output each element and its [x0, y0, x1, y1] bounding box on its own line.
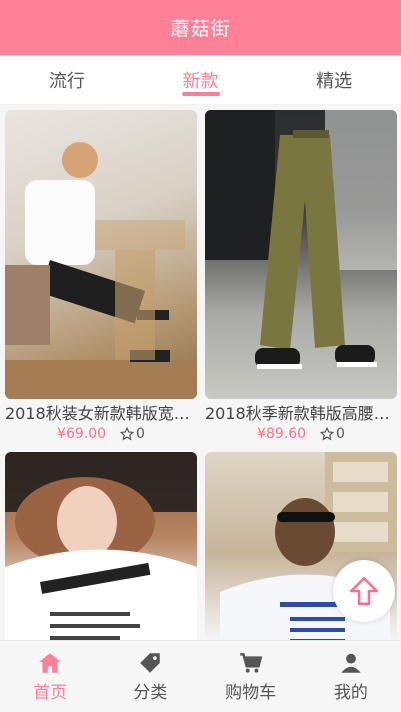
product-photo-shirt: [5, 142, 197, 399]
product-price: ¥89.60: [257, 426, 307, 442]
nav-cart[interactable]: 购物车: [201, 641, 301, 712]
product-card[interactable]: 2018秋季新款韩版高腰直筒裤 ¥89.60 0: [205, 110, 397, 443]
nav-category[interactable]: 分类: [100, 641, 200, 712]
product-photo-pants: [205, 110, 397, 369]
nav-category-label: 分类: [133, 683, 168, 703]
tag-icon: [140, 653, 161, 673]
star-icon: [320, 427, 335, 441]
nav-profile-label: 我的: [333, 683, 368, 703]
favorite-count-value: 0: [336, 426, 345, 442]
back-to-top-button[interactable]: [333, 560, 395, 622]
product-image[interactable]: [5, 452, 197, 640]
nav-home[interactable]: 首页: [0, 641, 100, 712]
product-card[interactable]: 2018秋装女新款韩版宽松白衬衫 ¥69.00 0: [5, 110, 197, 443]
product-title[interactable]: 2018秋季新款韩版高腰直筒裤: [205, 403, 397, 425]
product-photo-sweatshirt: [5, 452, 197, 640]
nav-cart-label: 购物车: [225, 683, 277, 703]
product-price: ¥69.00: [57, 426, 107, 442]
category-tabs: 流行 新款 精选: [0, 55, 401, 105]
star-icon: [120, 427, 135, 441]
bottom-nav: 首页 分类 购物车 我的: [0, 640, 401, 712]
nav-profile[interactable]: 我的: [301, 641, 401, 712]
home-icon: [39, 653, 61, 673]
product-image[interactable]: [5, 110, 197, 399]
product-meta: ¥69.00 0: [5, 425, 197, 443]
tab-new[interactable]: 新款: [134, 55, 268, 104]
user-icon: [341, 653, 361, 673]
favorite-count[interactable]: 0: [120, 425, 145, 443]
app-title: 蘑菇街: [170, 18, 231, 40]
product-meta: ¥89.60 0: [205, 425, 397, 443]
nav-home-label: 首页: [33, 683, 68, 703]
arrow-up-icon: [349, 576, 379, 606]
product-card[interactable]: [5, 452, 197, 640]
tab-selected[interactable]: 精选: [267, 55, 401, 104]
tab-popular[interactable]: 流行: [0, 55, 134, 104]
product-image[interactable]: [205, 110, 397, 399]
favorite-count[interactable]: 0: [320, 425, 345, 443]
product-grid: 2018秋装女新款韩版宽松白衬衫 ¥69.00 0 2018秋季新款韩版高腰直筒…: [0, 105, 401, 640]
cart-icon: [239, 653, 262, 673]
product-title[interactable]: 2018秋装女新款韩版宽松白衬衫: [5, 403, 197, 425]
app-header: 蘑菇街: [0, 0, 401, 55]
favorite-count-value: 0: [136, 426, 145, 442]
